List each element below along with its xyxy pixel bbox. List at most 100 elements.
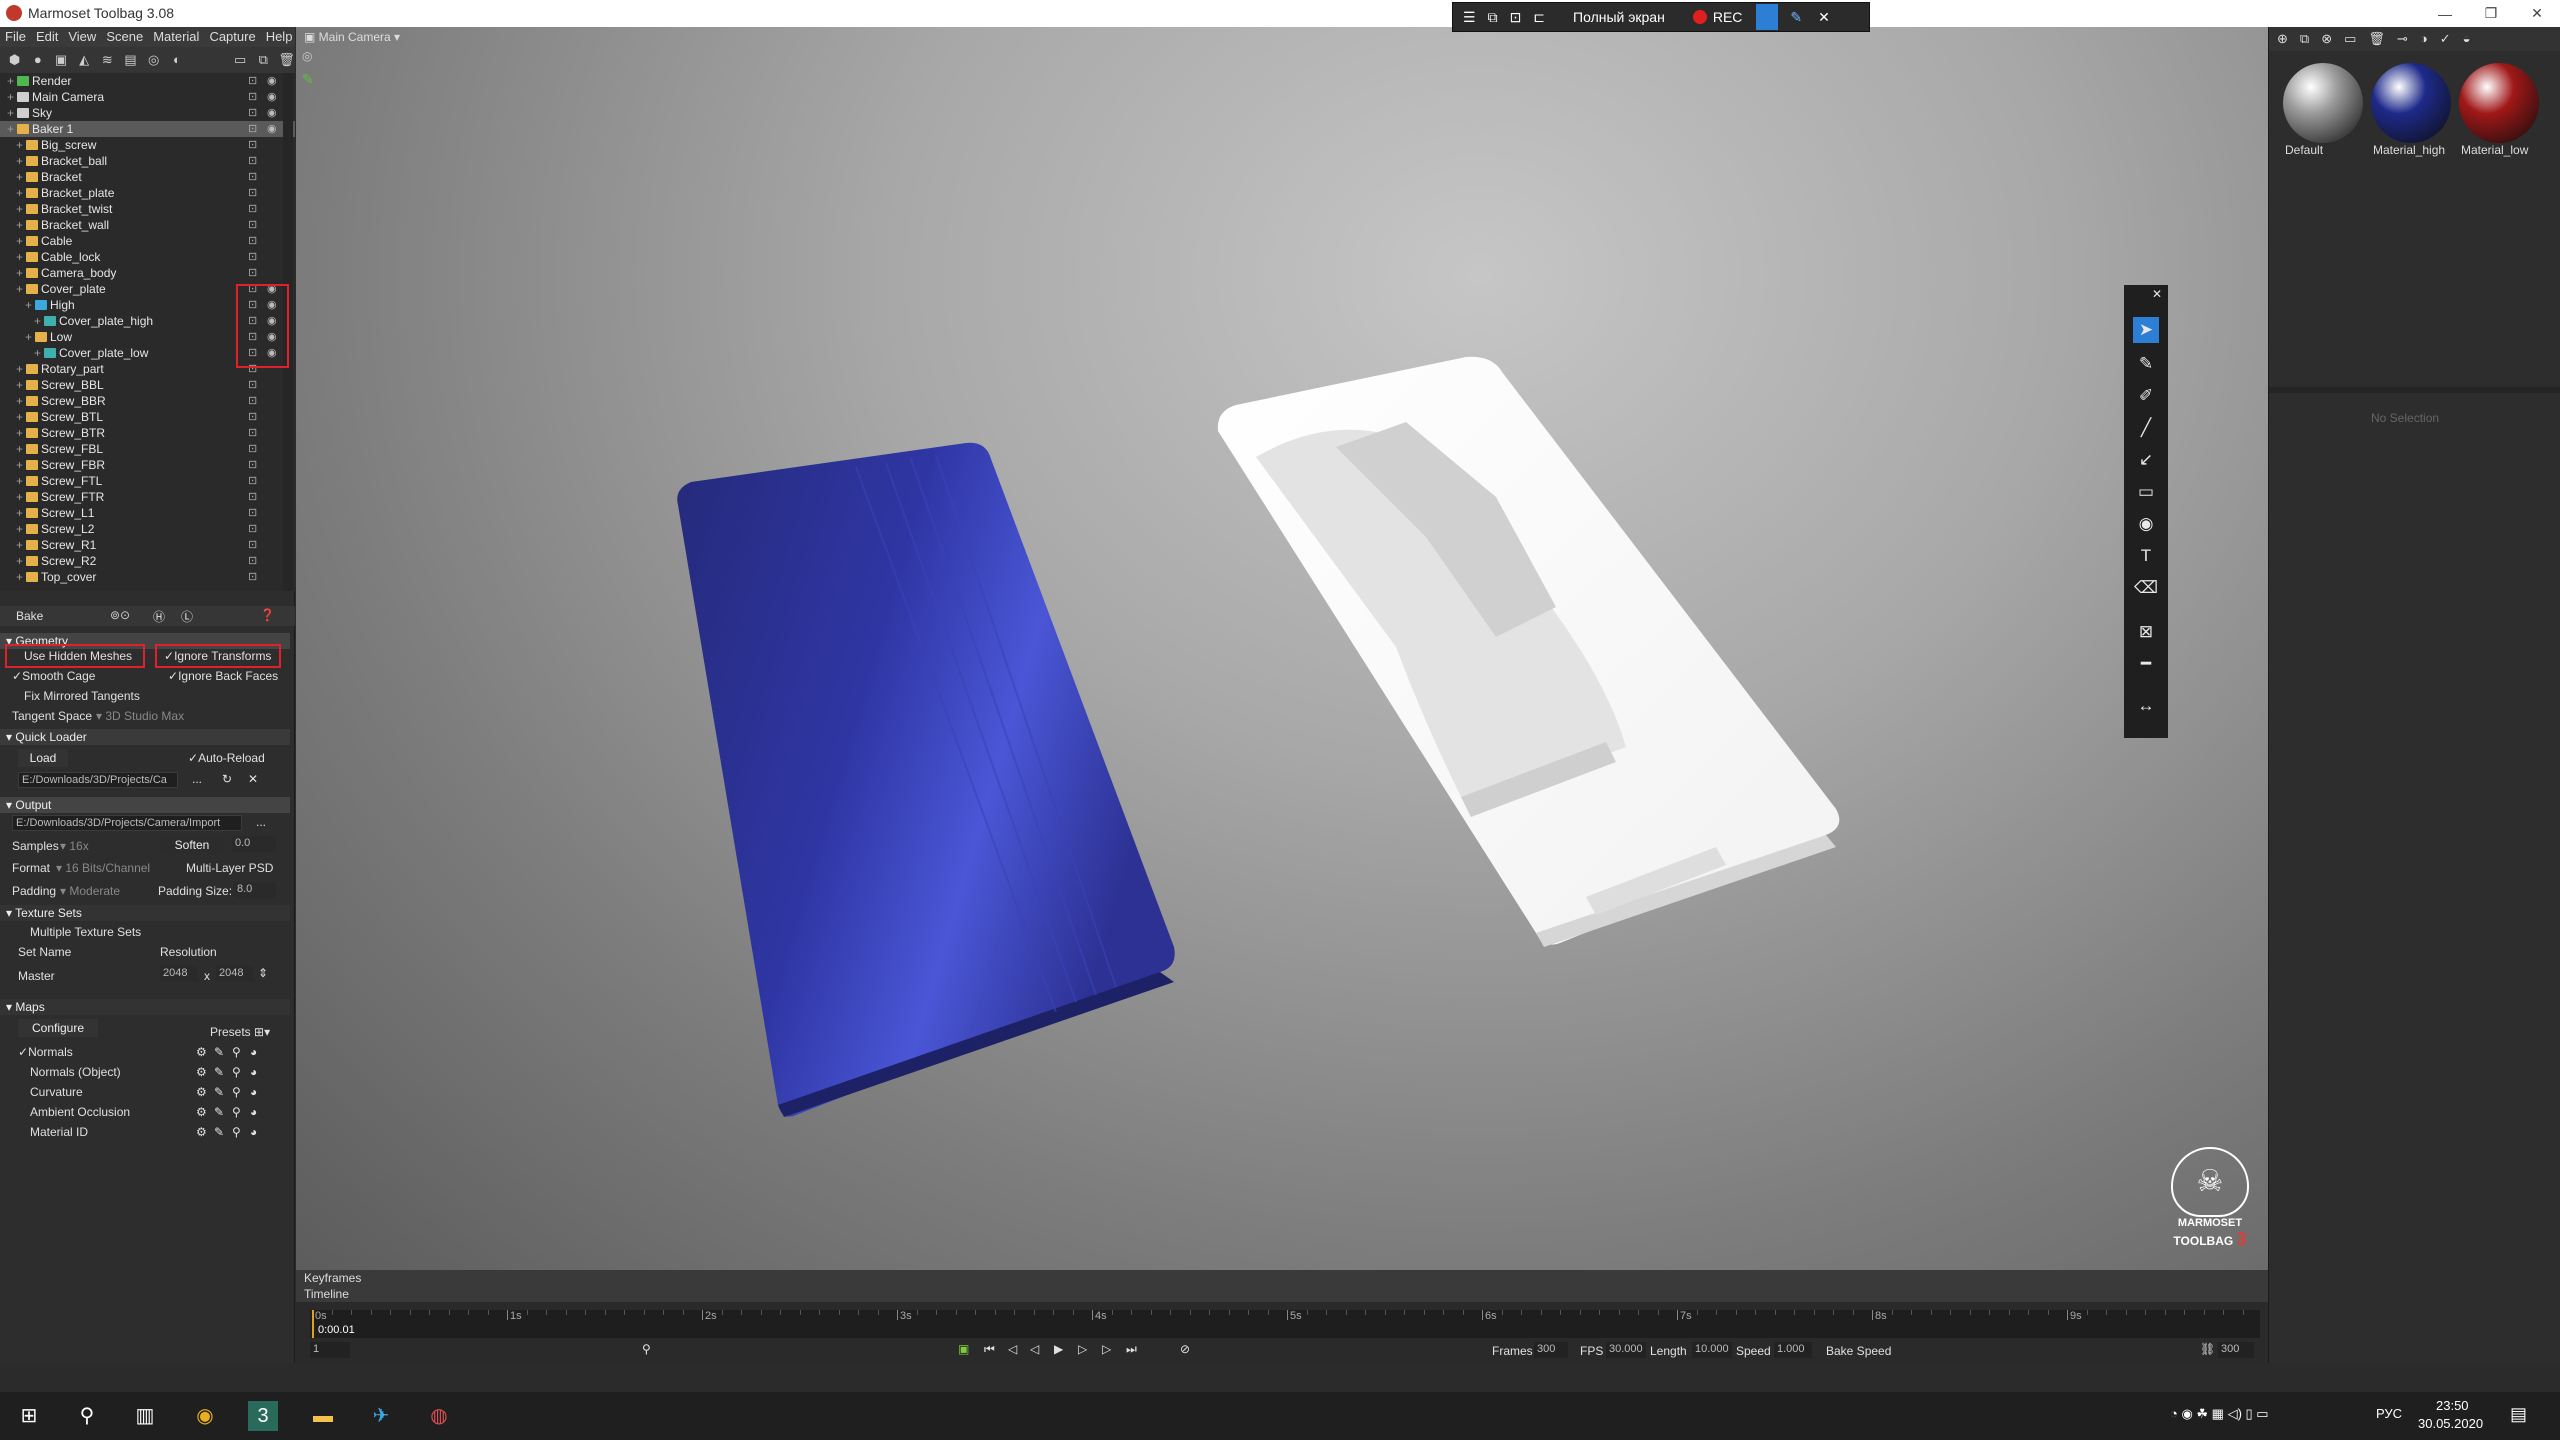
- outliner-item[interactable]: + Screw_FBL ⊡: [0, 441, 295, 457]
- material-sphere-icon[interactable]: ◒: [2463, 31, 2471, 47]
- lock-icon[interactable]: ⊡: [248, 490, 257, 503]
- expand-toggle-icon[interactable]: +: [16, 234, 23, 248]
- play-icon[interactable]: ▶: [1054, 1342, 1063, 1356]
- keyframes-header[interactable]: Keyframes: [296, 1270, 2268, 1286]
- expand-toggle-icon[interactable]: +: [7, 122, 14, 136]
- output-path-field[interactable]: E:/Downloads/3D/Projects/Camera/Import: [12, 815, 242, 831]
- add-sky-icon[interactable]: ◐: [168, 53, 185, 67]
- lock-icon[interactable]: ⊡: [248, 74, 257, 87]
- material-sphere-thumbnail[interactable]: [2283, 63, 2363, 143]
- draw-clear-icon[interactable]: ⊠: [2133, 619, 2159, 645]
- recorder-menu-icon[interactable]: ☰: [1463, 9, 1476, 26]
- map-edit-icon[interactable]: ✎: [214, 1065, 224, 1079]
- close-button[interactable]: ✕: [2514, 0, 2560, 27]
- expand-toggle-icon[interactable]: +: [16, 506, 23, 520]
- speed-field[interactable]: 1.000: [1774, 1342, 1812, 1358]
- map-view-icon[interactable]: ◕: [250, 1045, 257, 1059]
- recorder-region-icon[interactable]: ⊡: [1510, 9, 1522, 26]
- frames-field[interactable]: 300: [1534, 1342, 1568, 1358]
- expand-toggle-icon[interactable]: +: [16, 474, 23, 488]
- outliner-item[interactable]: + Render ⊡ ◉: [0, 73, 295, 89]
- expand-toggle-icon[interactable]: +: [25, 330, 32, 344]
- expand-toggle-icon[interactable]: +: [16, 170, 23, 184]
- resolution-stepper[interactable]: ⇕: [258, 966, 268, 980]
- task-view-icon[interactable]: ▥: [130, 1401, 160, 1431]
- draw-palette-icon[interactable]: ◉: [2133, 511, 2159, 537]
- expand-toggle-icon[interactable]: +: [16, 522, 23, 536]
- material-apply-icon[interactable]: ◑: [2420, 31, 2428, 47]
- lock-icon[interactable]: ⊡: [248, 506, 257, 519]
- expand-toggle-icon[interactable]: +: [7, 90, 14, 104]
- output-section[interactable]: ▾ Output: [0, 797, 290, 813]
- expand-toggle-icon[interactable]: +: [34, 346, 41, 360]
- start-button-icon[interactable]: ⊞: [14, 1401, 44, 1431]
- map-view-icon[interactable]: ◕: [250, 1105, 257, 1119]
- draw-pointer-icon[interactable]: ➤: [2133, 317, 2159, 343]
- lock-icon[interactable]: ⊡: [248, 138, 257, 151]
- recorder-pen-icon[interactable]: ✎: [1790, 9, 1802, 26]
- outliner-item[interactable]: + Screw_FBR ⊡: [0, 457, 295, 473]
- samples-dropdown[interactable]: ▾ 16x: [60, 839, 89, 853]
- loader-path-field[interactable]: E:/Downloads/3D/Projects/Ca: [18, 772, 178, 788]
- expand-toggle-icon[interactable]: +: [7, 106, 14, 120]
- expand-toggle-icon[interactable]: +: [16, 250, 23, 264]
- timeline-ruler[interactable]: 0s 1s 2s 3s 4s 5s 6s 7s 8s 9s 0:00.01: [310, 1310, 2260, 1338]
- timeline-header[interactable]: Timeline: [296, 1286, 2268, 1302]
- add-turntable-icon[interactable]: ◎: [145, 53, 162, 67]
- step-forward-icon[interactable]: ▷: [1102, 1342, 1111, 1356]
- menu-material[interactable]: Material: [148, 27, 204, 47]
- draw-line-icon[interactable]: ╱: [2133, 415, 2159, 441]
- material-delete-icon[interactable]: 🗑: [2368, 31, 2385, 47]
- resolution-height-field[interactable]: 2048: [216, 966, 254, 982]
- recorder-active-button[interactable]: [1756, 4, 1779, 30]
- expand-toggle-icon[interactable]: +: [7, 74, 14, 88]
- loader-browse-button[interactable]: ...: [192, 772, 202, 786]
- outliner-item[interactable]: + Top_cover ⊡: [0, 569, 295, 585]
- recorder-crop-icon[interactable]: ⊏: [1533, 9, 1545, 26]
- lock-icon[interactable]: ⊡: [248, 458, 257, 471]
- minimize-button[interactable]: —: [2422, 0, 2468, 27]
- toolbag-taskbar-icon[interactable]: 3: [248, 1401, 278, 1431]
- outliner-item[interactable]: + Screw_BTR ⊡: [0, 425, 295, 441]
- clock-date[interactable]: 30.05.2020: [2418, 1416, 2483, 1431]
- map-item-checkbox[interactable]: Curvature: [30, 1085, 83, 1099]
- output-browse-button[interactable]: ...: [256, 815, 266, 829]
- screen-recorder-icon[interactable]: ◍: [424, 1401, 454, 1431]
- material-picker-icon[interactable]: ⊸: [2397, 31, 2408, 47]
- map-item-checkbox[interactable]: Normals (Object): [30, 1065, 121, 1079]
- add-baker-icon[interactable]: ▤: [122, 53, 139, 67]
- lock-icon[interactable]: ⊡: [248, 170, 257, 183]
- play-forward-icon[interactable]: ▷: [1078, 1342, 1087, 1356]
- lock-icon[interactable]: ⊡: [248, 154, 257, 167]
- chrome-icon[interactable]: ◉: [190, 1401, 220, 1431]
- map-preview-icon[interactable]: ⚲: [232, 1125, 241, 1139]
- menu-edit[interactable]: Edit: [31, 27, 63, 47]
- timeline-snap-icon[interactable]: ⚲: [642, 1342, 651, 1356]
- menu-view[interactable]: View: [63, 27, 101, 47]
- search-icon[interactable]: ⚲: [72, 1401, 102, 1431]
- record-dot-icon[interactable]: [1692, 10, 1707, 24]
- expand-toggle-icon[interactable]: +: [25, 298, 32, 312]
- outliner-item[interactable]: + Bracket_wall ⊡: [0, 217, 295, 233]
- clear-path-icon[interactable]: ✕: [248, 772, 258, 786]
- outliner-item[interactable]: + Bracket_plate ⊡: [0, 185, 295, 201]
- map-settings-icon[interactable]: ⚙: [196, 1105, 207, 1119]
- menu-capture[interactable]: Capture: [204, 27, 260, 47]
- expand-toggle-icon[interactable]: +: [16, 186, 23, 200]
- map-view-icon[interactable]: ◕: [250, 1065, 257, 1079]
- soften-field[interactable]: 0.0: [232, 836, 276, 852]
- delete-icon[interactable]: 🗑: [278, 53, 295, 67]
- map-item-checkbox[interactable]: Ambient Occlusion: [30, 1105, 130, 1119]
- reload-icon[interactable]: ↻: [222, 772, 232, 786]
- material-duplicate-icon[interactable]: ⧉: [2300, 31, 2309, 47]
- expand-toggle-icon[interactable]: +: [16, 554, 23, 568]
- expand-toggle-icon[interactable]: +: [16, 410, 23, 424]
- presets-dropdown[interactable]: Presets ⊞▾: [210, 1025, 270, 1039]
- add-light-icon[interactable]: ●: [29, 53, 46, 67]
- add-object-icon[interactable]: ⬢: [6, 53, 23, 67]
- expand-toggle-icon[interactable]: +: [16, 218, 23, 232]
- map-preview-icon[interactable]: ⚲: [232, 1085, 241, 1099]
- bake-low-icon[interactable]: Ⓛ: [181, 608, 193, 625]
- load-button[interactable]: Load: [18, 749, 68, 767]
- timeline-settings-icon[interactable]: ⊘: [1180, 1342, 1190, 1356]
